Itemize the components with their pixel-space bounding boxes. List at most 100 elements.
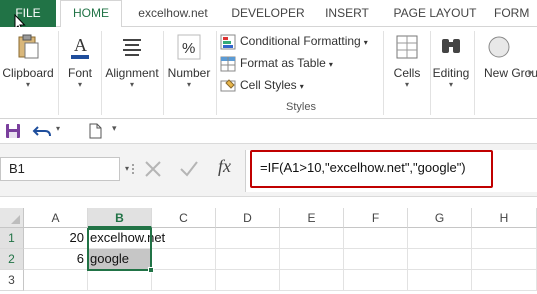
cell-h3[interactable] — [472, 270, 537, 291]
fill-handle[interactable] — [148, 267, 154, 273]
enter-check-icon[interactable] — [179, 159, 199, 179]
column-header-f[interactable]: F — [344, 208, 408, 228]
quick-access-toolbar: ▾ ▾ — [0, 119, 537, 143]
cells-button[interactable]: Cells ▾ — [386, 27, 428, 90]
cell-styles-label: Cell Styles — [240, 78, 297, 92]
cell-f1[interactable] — [344, 228, 408, 249]
column-header-c[interactable]: C — [152, 208, 216, 228]
customize-qat-icon[interactable]: ▾ — [112, 123, 117, 134]
cell-g3[interactable] — [408, 270, 472, 291]
chevron-down-icon: ▾ — [77, 80, 82, 89]
cell-d2[interactable] — [216, 249, 280, 270]
cancel-icon[interactable] — [143, 159, 163, 179]
cell-g2[interactable] — [408, 249, 472, 270]
column-header-h[interactable]: H — [472, 208, 537, 228]
number-button[interactable]: % Number ▾ — [164, 27, 214, 90]
ribbon-scroll-right-icon[interactable]: ▸ — [525, 63, 537, 83]
cell-b2[interactable]: google — [88, 249, 152, 270]
cell-g1[interactable] — [408, 228, 472, 249]
cell-d3[interactable] — [216, 270, 280, 291]
cell-a1[interactable]: 20 — [24, 228, 88, 249]
cell-f2[interactable] — [344, 249, 408, 270]
svg-text:%: % — [182, 40, 195, 57]
cell-c3[interactable] — [152, 270, 216, 291]
column-header-d[interactable]: D — [216, 208, 280, 228]
format-as-table-label: Format as Table — [240, 56, 326, 70]
column-header-a[interactable]: A — [24, 208, 88, 228]
row-header-1[interactable]: 1 — [0, 228, 24, 249]
column-header-e[interactable]: E — [280, 208, 344, 228]
chevron-down-icon: ▾ — [363, 38, 368, 47]
format-as-table-button[interactable]: Format as Table ▾ — [220, 53, 333, 73]
chevron-down-icon: ▾ — [186, 80, 191, 89]
paste-icon — [18, 34, 39, 59]
font-color-icon: A — [71, 35, 89, 59]
ribbon-divider — [216, 31, 217, 115]
row-header-3[interactable]: 3 — [0, 270, 24, 291]
cell-a2[interactable]: 6 — [24, 249, 88, 270]
alignment-button[interactable]: Alignment ▾ — [102, 27, 162, 90]
clipboard-button[interactable]: Clipboard ▾ — [0, 27, 56, 90]
select-all-button[interactable] — [0, 208, 24, 228]
chevron-down-icon[interactable]: ▾ — [56, 124, 60, 133]
ribbon-divider — [383, 31, 384, 115]
ribbon-tab-bar: FILE HOME excelhow.net DEVELOPER INSERT … — [0, 0, 537, 32]
formula-bar: B1 ▾ fx =IF(A1>10,"excelhow.net","google… — [0, 143, 537, 197]
tab-formulas[interactable]: FORM — [494, 0, 537, 27]
select-all-triangle-icon — [11, 215, 20, 224]
name-box[interactable]: B1 — [0, 157, 120, 181]
clipboard-label: Clipboard — [2, 66, 54, 80]
cell-b1[interactable]: excelhow.net — [88, 228, 165, 249]
cell-f3[interactable] — [344, 270, 408, 291]
align-icon — [123, 39, 141, 56]
cell-e1[interactable] — [280, 228, 344, 249]
row-header-2[interactable]: 2 — [0, 249, 24, 270]
conditional-formatting-button[interactable]: Conditional Formatting ▾ — [220, 31, 368, 51]
cell-b3[interactable] — [88, 270, 152, 291]
styles-group-label: Styles — [286, 101, 316, 113]
font-button[interactable]: A Font ▾ — [60, 27, 100, 90]
new-group-label: New Grou — [484, 66, 537, 80]
percent-icon: % — [177, 34, 201, 60]
cell-d1[interactable] — [216, 228, 280, 249]
new-group-icon — [488, 36, 510, 58]
tab-insert[interactable]: INSERT — [318, 0, 376, 27]
new-document-icon[interactable] — [86, 121, 104, 141]
formula-highlight-box[interactable]: =IF(A1>10,"excelhow.net","google") — [250, 150, 493, 188]
font-label: Font — [67, 66, 92, 80]
drag-handle-icon[interactable] — [131, 162, 135, 176]
column-header-b[interactable]: B — [88, 208, 152, 228]
cell-e3[interactable] — [280, 270, 344, 291]
tab-file[interactable]: FILE — [0, 0, 56, 27]
new-group-button[interactable]: New Grou — [478, 27, 537, 80]
cell-styles-button[interactable]: Cell Styles ▾ — [220, 75, 304, 95]
cell-a3[interactable] — [24, 270, 88, 291]
tab-page-layout[interactable]: PAGE LAYOUT — [384, 0, 486, 27]
cell-styles-icon — [220, 79, 236, 92]
column-header-g[interactable]: G — [408, 208, 472, 228]
alignment-label: Alignment — [105, 66, 159, 80]
chevron-down-icon: ▾ — [299, 82, 304, 91]
tab-developer[interactable]: DEVELOPER — [226, 0, 310, 27]
cell-e2[interactable] — [280, 249, 344, 270]
ribbon-divider — [474, 31, 475, 115]
editing-button[interactable]: Editing ▾ — [430, 27, 472, 90]
format-table-icon — [220, 56, 236, 72]
cell-h2[interactable] — [472, 249, 537, 270]
chevron-down-icon: ▾ — [129, 80, 134, 89]
conditional-formatting-label: Conditional Formatting — [240, 34, 361, 48]
undo-icon[interactable] — [32, 121, 54, 141]
tab-excelhow[interactable]: excelhow.net — [128, 0, 218, 27]
cells-icon — [396, 35, 418, 59]
tab-home[interactable]: HOME — [60, 0, 122, 28]
cell-h1[interactable] — [472, 228, 537, 249]
cells-label: Cells — [393, 66, 421, 80]
ribbon-divider — [58, 31, 59, 115]
svg-text:A: A — [74, 35, 87, 55]
cell-c1[interactable] — [152, 228, 216, 249]
save-icon[interactable] — [4, 121, 22, 141]
insert-function-button[interactable]: fx — [218, 156, 231, 177]
chevron-down-icon: ▾ — [25, 80, 30, 89]
cell-c2[interactable] — [152, 249, 216, 270]
binoculars-icon — [442, 39, 460, 53]
